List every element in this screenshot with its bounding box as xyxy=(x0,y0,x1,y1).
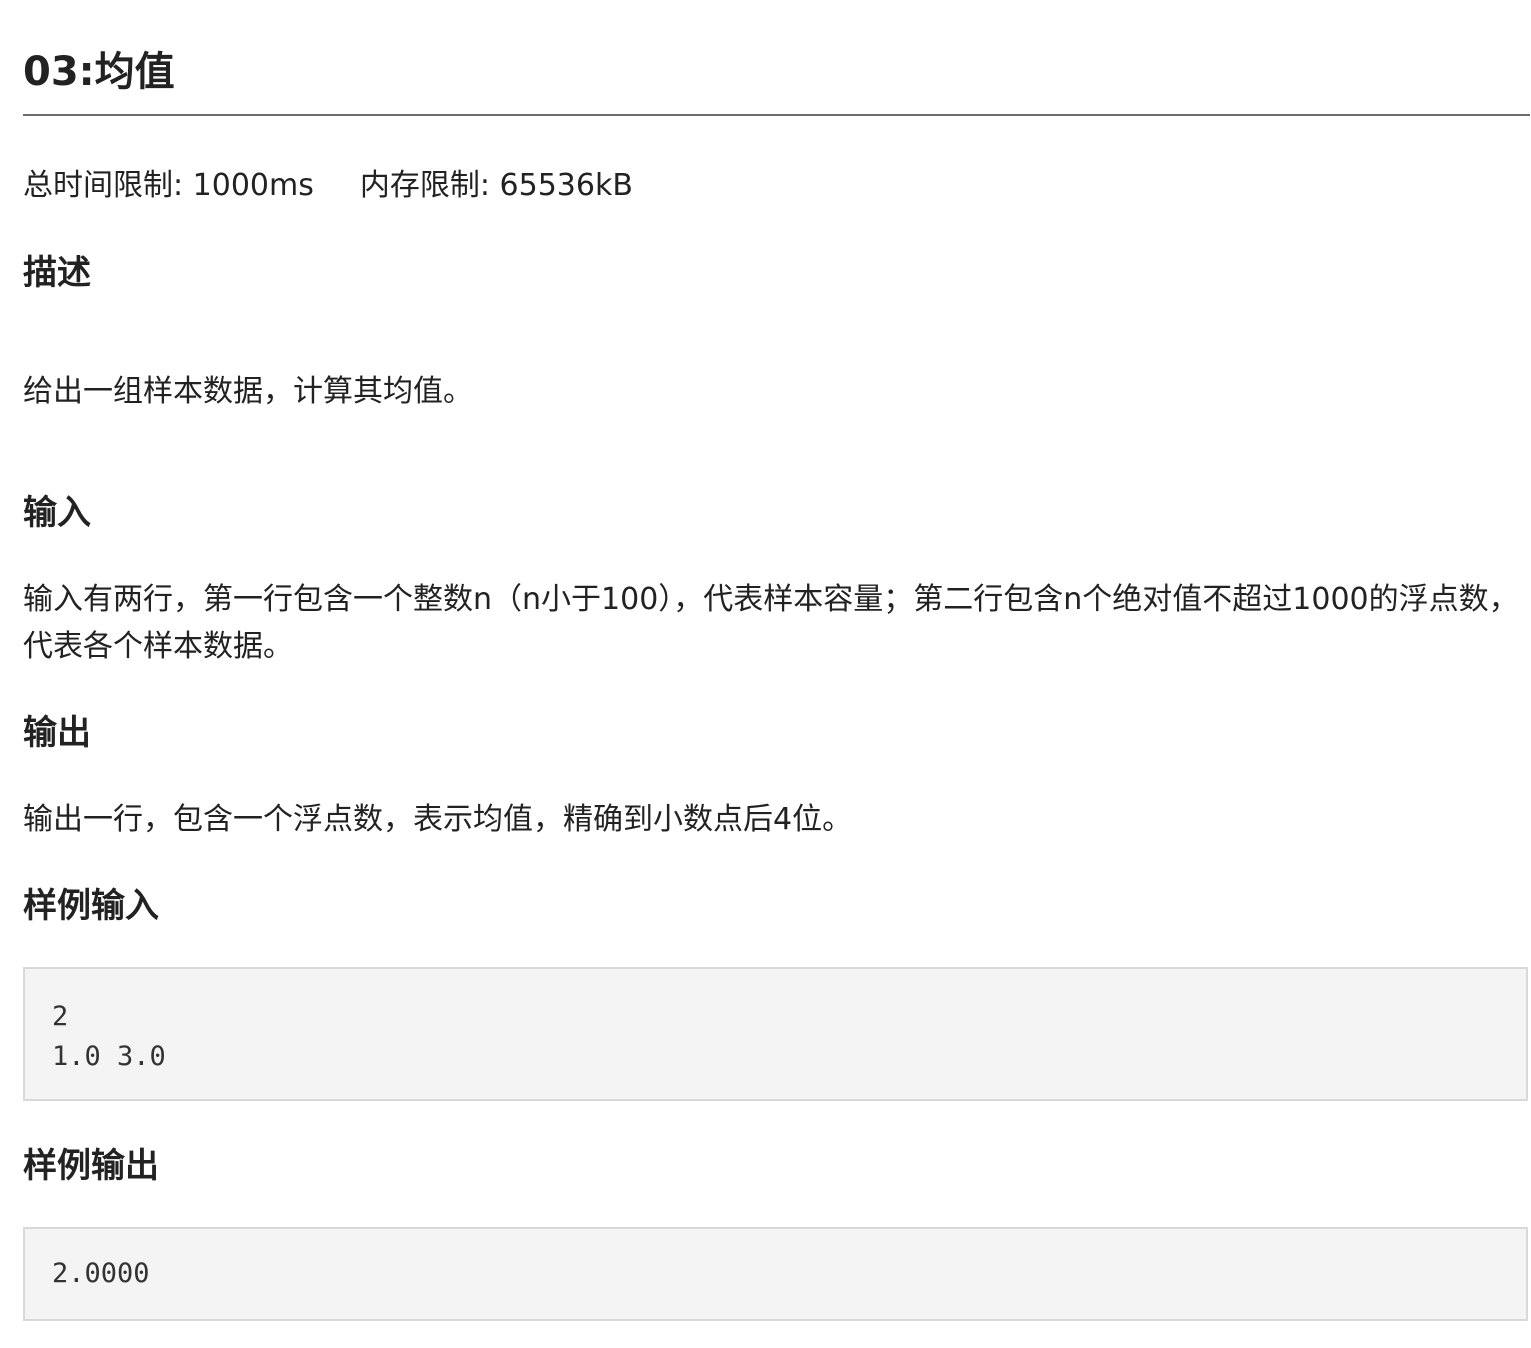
input-text: 输入有两行，第一行包含一个整数n（n小于100），代表样本容量；第二行包含n个绝… xyxy=(23,582,1519,664)
problem-title: 03:均值 xyxy=(23,49,175,95)
sample-output-content: 2.0000 xyxy=(52,1258,150,1289)
description-text: 给出一组样本数据，计算其均值。 xyxy=(23,374,473,409)
memory-limit-label: 内存限制: xyxy=(359,168,500,203)
sample-output-heading: 样例输出 xyxy=(23,1146,159,1186)
input-heading: 输入 xyxy=(23,493,91,533)
memory-limit-value: 65536kB xyxy=(499,168,633,203)
output-text: 输出一行，包含一个浮点数，表示均值，精确到小数点后4位。 xyxy=(23,802,853,837)
sample-input-box: 2 1.0 3.0 xyxy=(23,967,1528,1101)
time-limit-value: 1000ms xyxy=(192,168,314,203)
description-heading: 描述 xyxy=(23,253,91,293)
limits-line: 总时间限制: 1000ms 内存限制: 65536kB xyxy=(23,164,633,208)
title-divider xyxy=(23,114,1530,116)
sample-input-content: 2 1.0 3.0 xyxy=(52,1001,166,1072)
sample-input-heading: 样例输入 xyxy=(23,886,159,926)
time-limit-label: 总时间限制: xyxy=(23,168,193,203)
output-heading: 输出 xyxy=(23,713,91,753)
sample-output-box: 2.0000 xyxy=(23,1227,1528,1321)
